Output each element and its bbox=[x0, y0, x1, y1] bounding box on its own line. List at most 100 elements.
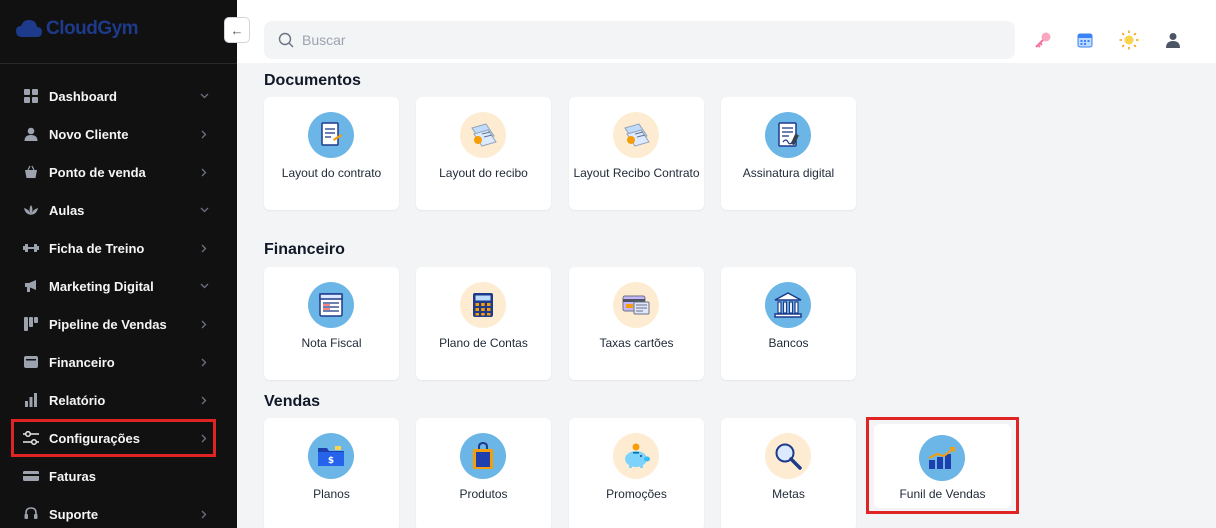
chevron-right-icon bbox=[199, 319, 209, 329]
contract-icon bbox=[308, 112, 354, 158]
chevron-none bbox=[199, 471, 209, 481]
section-title-financeiro: Financeiro bbox=[264, 241, 345, 258]
card-fees-icon bbox=[613, 282, 659, 328]
card-metas[interactable]: Metas bbox=[721, 418, 856, 528]
card-label: Layout do contrato bbox=[281, 166, 382, 180]
card-label: Taxas cartões bbox=[599, 336, 674, 350]
calendar-icon[interactable] bbox=[1073, 28, 1097, 52]
sales-funnel-chart-icon bbox=[919, 435, 965, 481]
sidebar-item-ficha-de-treino[interactable]: Ficha de Treino bbox=[0, 229, 237, 267]
chevron-right-icon bbox=[199, 129, 209, 139]
card-label: Bancos bbox=[768, 336, 809, 350]
sidebar-item-label: Ficha de Treino bbox=[49, 240, 145, 256]
pipeline-icon bbox=[23, 316, 39, 332]
sidebar-item-suporte[interactable]: Suporte bbox=[0, 495, 237, 528]
sidebar-item-relatorio[interactable]: Relatório bbox=[0, 381, 237, 419]
sidebar-item-financeiro[interactable]: Financeiro bbox=[0, 343, 237, 381]
receipt-contract-icon bbox=[613, 112, 659, 158]
search-bar[interactable] bbox=[264, 21, 1015, 59]
card-label: Promoções bbox=[606, 487, 667, 501]
card-label: Funil de Vendas bbox=[899, 487, 986, 501]
card-taxas-cartoes[interactable]: Taxas cartões bbox=[569, 267, 704, 380]
sidebar-item-label: Marketing Digital bbox=[49, 278, 154, 294]
card-bancos[interactable]: Bancos bbox=[721, 267, 856, 380]
sidebar-item-label: Aulas bbox=[49, 202, 85, 218]
sidebar-item-label: Financeiro bbox=[49, 354, 115, 370]
arrow-left-icon: ← bbox=[230, 22, 244, 38]
settings-content: Documentos Layout do contrato Layout do … bbox=[237, 63, 1216, 528]
chevron-right-icon bbox=[199, 357, 209, 367]
basket-icon bbox=[23, 164, 39, 180]
invoice-icon bbox=[308, 282, 354, 328]
sidebar-item-label: Faturas bbox=[49, 468, 96, 484]
sidebar-item-aulas[interactable]: Aulas bbox=[0, 191, 237, 229]
sidebar-item-pipeline-de-vendas[interactable]: Pipeline de Vendas bbox=[0, 305, 237, 343]
key-icon[interactable] bbox=[1031, 28, 1055, 52]
wallet-icon bbox=[23, 354, 39, 370]
sidebar-item-dashboard[interactable]: Dashboard bbox=[0, 77, 237, 115]
calculator-icon bbox=[460, 282, 506, 328]
section-title-vendas: Vendas bbox=[264, 393, 321, 410]
plans-folder-icon: $ bbox=[308, 433, 354, 479]
shopping-bag-icon bbox=[460, 433, 506, 479]
sidebar-item-label: Dashboard bbox=[49, 88, 117, 104]
card-plano-de-contas[interactable]: Plano de Contas bbox=[416, 267, 551, 380]
sidebar-item-marketing-digital[interactable]: Marketing Digital bbox=[0, 267, 237, 305]
sidebar-item-faturas[interactable]: Faturas bbox=[0, 457, 237, 495]
sidebar-item-ponto-de-venda[interactable]: Ponto de venda bbox=[0, 153, 237, 191]
top-header bbox=[237, 0, 1216, 63]
card-promocoes[interactable]: Promoções bbox=[569, 418, 704, 528]
chevron-right-icon bbox=[199, 167, 209, 177]
logo-text: CloudGym bbox=[46, 18, 139, 39]
sidebar-divider bbox=[0, 63, 237, 64]
chevron-down-icon bbox=[199, 205, 209, 215]
megaphone-icon bbox=[23, 278, 39, 294]
sidebar-item-label: Novo Cliente bbox=[49, 126, 129, 142]
cloud-logo-icon bbox=[16, 20, 42, 37]
card-label: Nota Fiscal bbox=[301, 336, 362, 350]
search-icon bbox=[278, 32, 294, 48]
sidebar-item-label: Pipeline de Vendas bbox=[49, 316, 167, 332]
card-label: Assinatura digital bbox=[742, 166, 835, 180]
sliders-icon bbox=[23, 430, 39, 446]
credit-card-icon bbox=[23, 468, 39, 484]
svg-text:$: $ bbox=[328, 456, 334, 466]
card-label: Metas bbox=[772, 487, 805, 501]
piggy-bank-icon bbox=[613, 433, 659, 479]
card-layout-do-recibo[interactable]: Layout do recibo bbox=[416, 97, 551, 210]
chevron-right-icon bbox=[199, 243, 209, 253]
grid-icon bbox=[23, 88, 39, 104]
sidebar-menu: Dashboard Novo Cliente Ponto de venda Au… bbox=[0, 77, 237, 528]
user-icon bbox=[23, 126, 39, 142]
user-profile-icon[interactable] bbox=[1161, 28, 1185, 52]
card-label: Layout do recibo bbox=[439, 166, 528, 180]
card-produtos[interactable]: Produtos bbox=[416, 418, 551, 528]
sun-icon[interactable] bbox=[1117, 28, 1141, 52]
logo[interactable]: CloudGym bbox=[16, 16, 139, 42]
card-planos[interactable]: $ Planos bbox=[264, 418, 399, 528]
collapse-sidebar-button[interactable]: ← bbox=[224, 17, 250, 43]
sidebar-item-label: Relatório bbox=[49, 392, 106, 408]
chevron-right-icon bbox=[199, 433, 209, 443]
sidebar: CloudGym Dashboard Novo Cliente Ponto de… bbox=[0, 0, 237, 528]
card-label: Plano de Contas bbox=[439, 336, 528, 350]
sidebar-item-configuracoes[interactable]: Configurações bbox=[11, 419, 216, 457]
sidebar-item-label: Ponto de venda bbox=[49, 164, 146, 180]
card-label: Planos bbox=[313, 487, 350, 501]
card-layout-do-contrato[interactable]: Layout do contrato bbox=[264, 97, 399, 210]
chevron-right-icon bbox=[199, 395, 209, 405]
sidebar-item-novo-cliente[interactable]: Novo Cliente bbox=[0, 115, 237, 153]
search-input[interactable] bbox=[302, 32, 902, 48]
digital-signature-icon bbox=[765, 112, 811, 158]
bar-chart-icon bbox=[23, 392, 39, 408]
card-layout-recibo-contrato[interactable]: Layout Recibo Contrato bbox=[569, 97, 704, 210]
magnifier-icon bbox=[765, 433, 811, 479]
card-assinatura-digital[interactable]: Assinatura digital bbox=[721, 97, 856, 210]
card-label: Produtos bbox=[459, 487, 508, 501]
section-title-documentos: Documentos bbox=[264, 72, 361, 89]
lotus-icon bbox=[23, 202, 39, 218]
card-funil-de-vendas[interactable]: Funil de Vendas bbox=[874, 424, 1011, 508]
card-label: Layout Recibo Contrato bbox=[573, 166, 700, 180]
chevron-down-icon bbox=[199, 91, 209, 101]
card-nota-fiscal[interactable]: Nota Fiscal bbox=[264, 267, 399, 380]
